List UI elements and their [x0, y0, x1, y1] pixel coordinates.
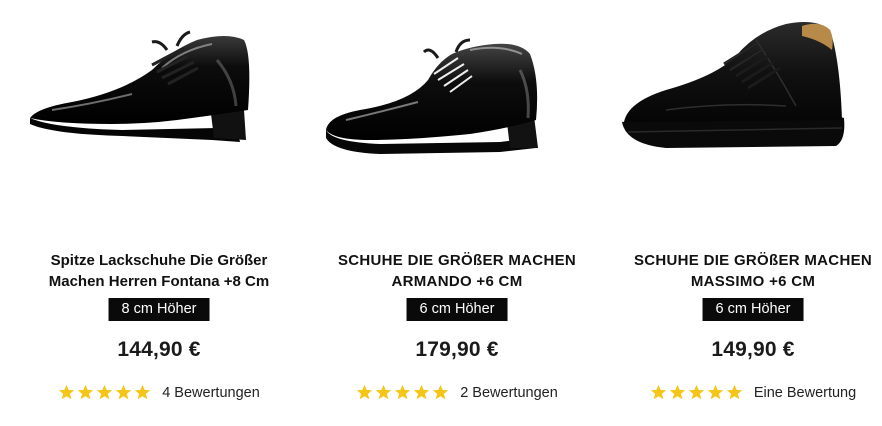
product-price: 149,90 €: [711, 338, 795, 361]
star-rating: [650, 384, 743, 401]
product-title-line: SCHUHE DIE GRÖßER MACHEN: [633, 252, 873, 269]
star-icon: [135, 384, 151, 400]
review-count[interactable]: 2 Bewertungen: [460, 385, 558, 401]
product-title-line: SCHUHE DIE GRÖßER MACHEN: [337, 252, 577, 269]
star-icon: [726, 384, 742, 400]
star-icon: [414, 384, 430, 400]
product-title-line: ARMANDO +6 CM: [391, 273, 523, 290]
height-badge: 6 cm Höher: [702, 298, 804, 321]
star-icon: [59, 384, 75, 400]
star-icon: [395, 384, 411, 400]
height-badge: 6 cm Höher: [406, 298, 508, 321]
star-icon: [116, 384, 132, 400]
product-title-line: Machen Herren Fontana +8 Cm: [48, 273, 270, 290]
product-price: 144,90 €: [117, 338, 201, 361]
product-grid: Spitze Lackschuhe Die Größer Machen Herr…: [0, 0, 882, 426]
product-title-line: MASSIMO +6 CM: [690, 273, 816, 290]
star-icon: [688, 384, 704, 400]
review-count[interactable]: 4 Bewertungen: [162, 385, 260, 401]
product-title[interactable]: SCHUHE DIE GRÖßER MACHEN ARMANDO +6 CM: [310, 250, 604, 292]
product-image-leather-sneaker[interactable]: [606, 10, 882, 170]
product-card[interactable]: SCHUHE DIE GRÖßER MACHEN MASSIMO +6 CM 6…: [606, 0, 882, 426]
product-title[interactable]: Spitze Lackschuhe Die Größer Machen Herr…: [12, 250, 306, 292]
star-rating: [356, 384, 449, 401]
star-icon: [650, 384, 666, 400]
star-rating: [58, 384, 151, 401]
product-rating[interactable]: Eine Bewertung: [606, 384, 882, 401]
product-card[interactable]: Spitze Lackschuhe Die Größer Machen Herr…: [12, 0, 306, 426]
star-icon: [433, 384, 449, 400]
product-title-line: Spitze Lackschuhe Die Größer: [50, 252, 268, 269]
product-rating[interactable]: 2 Bewertungen: [310, 384, 604, 401]
review-count[interactable]: Eine Bewertung: [754, 385, 856, 401]
star-icon: [707, 384, 723, 400]
star-icon: [669, 384, 685, 400]
star-icon: [376, 384, 392, 400]
product-rating[interactable]: 4 Bewertungen: [12, 384, 306, 401]
product-price: 179,90 €: [415, 338, 499, 361]
product-image-pointed-patent-shoe[interactable]: [12, 10, 306, 170]
height-badge: 8 cm Höher: [108, 298, 210, 321]
star-icon: [357, 384, 373, 400]
star-icon: [78, 384, 94, 400]
product-title[interactable]: SCHUHE DIE GRÖßER MACHEN MASSIMO +6 CM: [606, 250, 882, 292]
product-card[interactable]: SCHUHE DIE GRÖßER MACHEN ARMANDO +6 CM 6…: [310, 0, 604, 426]
product-image-patent-derby-shoe[interactable]: [310, 10, 604, 170]
star-icon: [97, 384, 113, 400]
